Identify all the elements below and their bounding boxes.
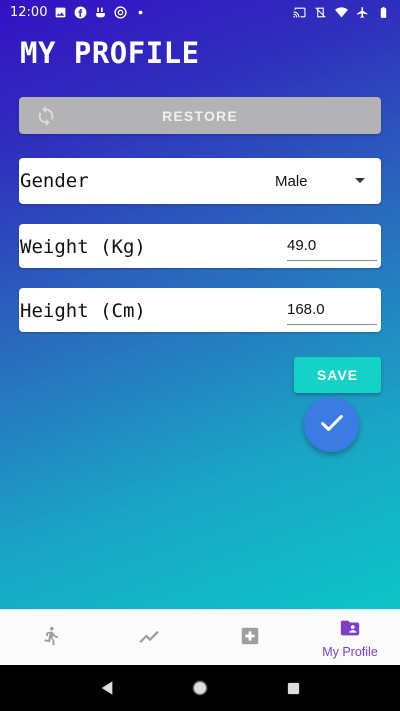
save-button[interactable]: SAVE xyxy=(294,357,381,393)
run-icon xyxy=(39,625,61,651)
medical-plus-icon xyxy=(239,625,261,651)
profile-folder-icon xyxy=(339,617,361,643)
weight-label: Weight (Kg) xyxy=(20,236,146,258)
nav-item-trends[interactable] xyxy=(100,610,200,665)
image-icon xyxy=(54,6,67,19)
height-label: Height (Cm) xyxy=(20,300,146,322)
gender-dropdown[interactable]: Male xyxy=(275,158,381,204)
status-bar: 12:00 xyxy=(0,0,400,24)
cast-icon xyxy=(293,6,306,19)
battery-icon xyxy=(377,6,390,19)
wifi-icon xyxy=(335,6,348,19)
nav-item-my-profile[interactable]: My Profile xyxy=(300,610,400,665)
page-title: MY PROFILE xyxy=(20,36,200,70)
dot-icon xyxy=(134,6,147,19)
status-time: 12:00 xyxy=(10,4,48,20)
weight-input[interactable] xyxy=(287,234,377,261)
restore-label: RESTORE xyxy=(162,107,238,124)
home-icon[interactable] xyxy=(190,678,210,698)
sync-icon xyxy=(35,105,57,127)
confirm-fab[interactable] xyxy=(304,397,359,452)
back-icon[interactable] xyxy=(97,678,117,698)
weight-card: Weight (Kg) xyxy=(19,224,381,268)
bottom-navigation: My Profile xyxy=(0,609,400,665)
check-icon xyxy=(318,409,346,441)
airplane-icon xyxy=(356,6,369,19)
height-card: Height (Cm) xyxy=(19,288,381,332)
gender-value: Male xyxy=(275,172,308,190)
fitness-icon xyxy=(94,6,107,19)
gender-label: Gender xyxy=(20,170,89,192)
system-navigation-bar xyxy=(0,665,400,711)
recents-icon[interactable] xyxy=(283,678,303,698)
height-input[interactable] xyxy=(287,298,377,325)
nav-label-my-profile: My Profile xyxy=(322,644,378,659)
nav-item-activity[interactable] xyxy=(0,610,100,665)
trend-icon xyxy=(139,625,161,651)
nav-item-health[interactable] xyxy=(200,610,300,665)
at-sign-icon xyxy=(114,5,128,19)
save-label: SAVE xyxy=(316,367,359,383)
gender-card: Gender Male xyxy=(19,158,381,204)
vibrate-off-icon xyxy=(314,6,327,19)
facebook-icon xyxy=(74,6,87,19)
restore-button[interactable]: RESTORE xyxy=(19,97,381,134)
dropdown-arrow-icon xyxy=(355,178,365,183)
